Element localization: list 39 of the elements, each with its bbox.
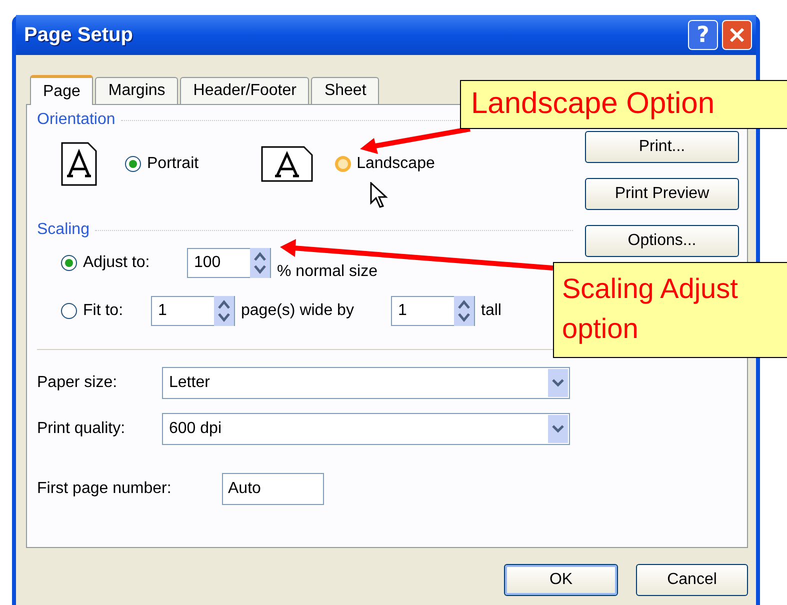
pages-wide-label: page(s) wide by xyxy=(241,302,355,320)
section-heading: Scaling xyxy=(37,221,90,239)
side-button[interactable]: Options... xyxy=(585,225,739,257)
first-page-number-field[interactable]: Auto xyxy=(222,473,324,505)
field-label: Paper size: xyxy=(37,374,118,392)
field-label: Print quality: xyxy=(37,420,126,438)
print-quality-dropdown[interactable]: 600 dpi xyxy=(162,413,570,445)
side-button[interactable]: Print Preview xyxy=(585,178,739,210)
tab[interactable]: Margins xyxy=(95,77,178,104)
fit-to-radio[interactable]: Fit to: xyxy=(61,302,151,320)
callout-text: Scaling Adjust option xyxy=(562,273,738,344)
tab[interactable]: Header/Footer xyxy=(180,77,310,104)
close-button[interactable] xyxy=(722,20,752,50)
side-button[interactable]: Print... xyxy=(585,131,739,163)
window-title: Page Setup xyxy=(24,24,133,46)
section-heading: Orientation xyxy=(37,111,116,129)
help-button[interactable]: ? xyxy=(688,20,718,50)
dialog-button[interactable]: OK xyxy=(504,564,618,596)
orientation-radio[interactable]: Portrait xyxy=(125,155,199,173)
tab[interactable]: Sheet xyxy=(311,77,380,104)
paper-size-dropdown[interactable]: Letter xyxy=(162,367,570,399)
pages-wide-spinner[interactable]: 1 xyxy=(151,296,235,326)
callout-text: Landscape Option xyxy=(471,87,715,120)
field-label: First page number: xyxy=(37,480,172,498)
close-icon xyxy=(728,26,746,44)
orientation-radio[interactable]: Landscape xyxy=(334,155,435,173)
spinner-arrows-icon xyxy=(214,296,234,326)
adjust-to-radio[interactable]: Adjust to: xyxy=(61,254,187,272)
tab[interactable]: Page xyxy=(30,75,94,105)
spinner-arrows-icon xyxy=(250,248,270,278)
normal-size-label: % normal size xyxy=(277,263,378,281)
pages-tall-label: tall xyxy=(481,302,502,320)
mouse-pointer-icon xyxy=(370,182,388,208)
spinner-arrows-icon xyxy=(454,296,474,326)
scale-spinner[interactable]: 100 xyxy=(187,248,271,278)
landscape-page-icon xyxy=(260,146,313,182)
portrait-page-icon xyxy=(61,142,97,186)
dialog-button[interactable]: Cancel xyxy=(636,564,748,596)
pages-tall-spinner[interactable]: 1 xyxy=(391,296,475,326)
